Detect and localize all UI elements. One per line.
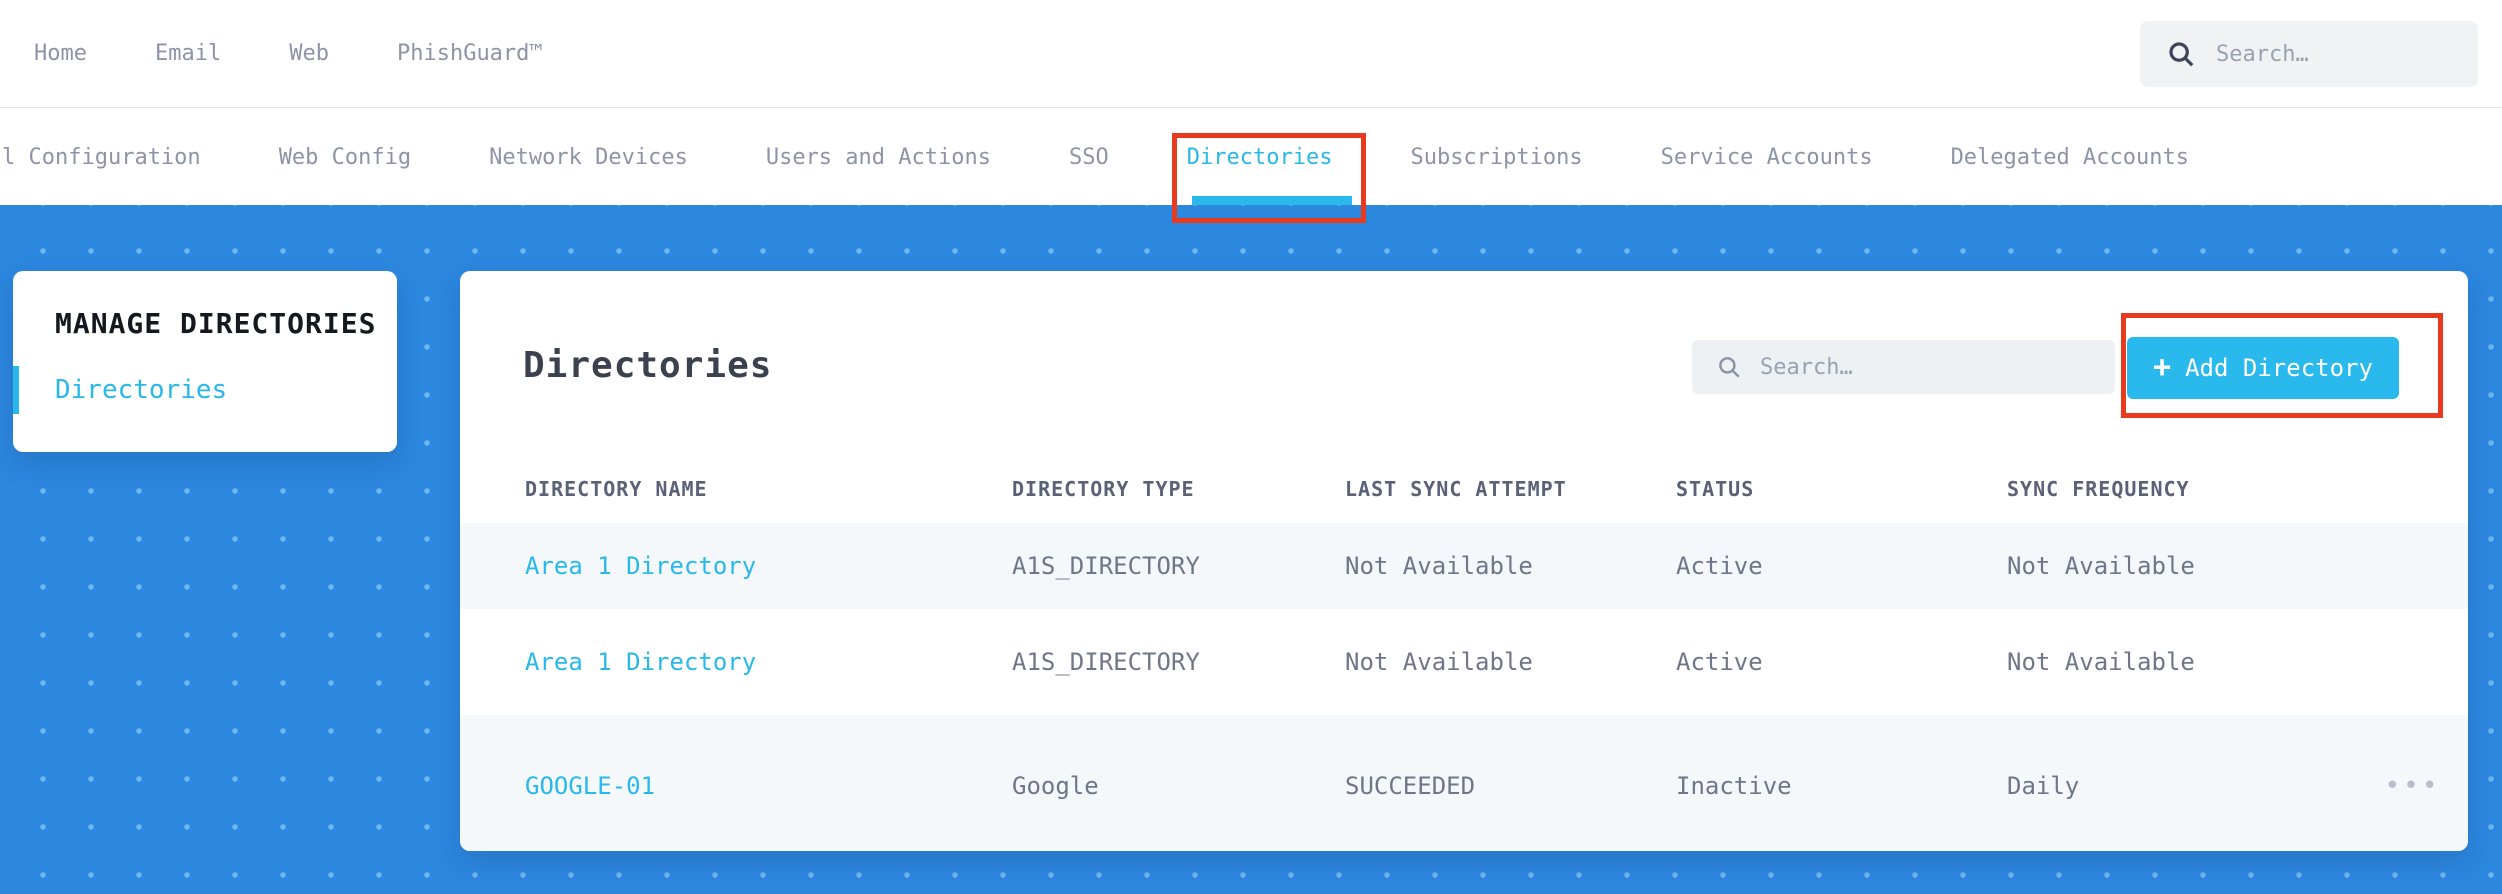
status-cell: Active xyxy=(1676,552,1763,580)
tab-delegated-accounts[interactable]: Delegated Accounts xyxy=(1951,145,2189,170)
col-last-sync-attempt: LAST SYNC ATTEMPT xyxy=(1345,477,1567,501)
last-sync-cell: Not Available xyxy=(1345,552,1533,580)
manage-directories-card: MANAGE DIRECTORIES Directories xyxy=(13,271,397,452)
directory-type-cell: A1S_DIRECTORY xyxy=(1012,648,1200,676)
table-row: Area 1 Directory A1S_DIRECTORY Not Avail… xyxy=(460,523,2468,609)
page-title: Directories xyxy=(523,345,773,386)
directories-panel: Directories Search… + Add Directory DIRE… xyxy=(460,271,2468,851)
search-icon xyxy=(2166,39,2196,69)
directory-name-link[interactable]: GOOGLE-01 xyxy=(525,772,1012,800)
manage-directories-title: MANAGE DIRECTORIES xyxy=(55,307,377,340)
tab-email-configuration[interactable]: l Configuration xyxy=(2,145,201,170)
sync-frequency-cell: Not Available xyxy=(2007,648,2195,676)
search-icon xyxy=(1716,354,1742,380)
directory-type-cell: A1S_DIRECTORY xyxy=(1012,552,1200,580)
tab-sso[interactable]: SSO xyxy=(1069,145,1109,170)
active-tab-underline xyxy=(1192,196,1352,205)
last-sync-cell: SUCCEEDED xyxy=(1345,772,1476,800)
sync-frequency-cell: Daily xyxy=(2007,772,2080,800)
primary-nav: Home Email Web PhishGuard™ xyxy=(0,41,543,66)
col-directory-type: DIRECTORY TYPE xyxy=(1012,477,1195,501)
settings-tab-bar: l Configuration Web Config Network Devic… xyxy=(0,109,2502,205)
nav-item-web[interactable]: Web xyxy=(289,41,329,66)
directory-name-link[interactable]: Area 1 Directory xyxy=(525,552,1012,580)
tab-network-devices[interactable]: Network Devices xyxy=(489,145,688,170)
plus-icon: + xyxy=(2153,350,2172,385)
directories-table: DIRECTORY NAME DIRECTORY TYPE LAST SYNC … xyxy=(460,465,2468,851)
col-sync-frequency: SYNC FREQUENCY xyxy=(2007,477,2190,501)
directory-type-cell: Google xyxy=(1012,772,1099,800)
table-header-row: DIRECTORY NAME DIRECTORY TYPE LAST SYNC … xyxy=(460,465,2468,513)
tab-list: l Configuration Web Config Network Devic… xyxy=(2,109,2189,205)
status-cell: Inactive xyxy=(1676,772,1792,800)
directories-search-input[interactable]: Search… xyxy=(1692,340,2115,394)
directories-page: MANAGE DIRECTORIES Directories Directori… xyxy=(0,205,2502,894)
directories-search-placeholder: Search… xyxy=(1760,354,1853,380)
global-search-placeholder: Search… xyxy=(2216,41,2309,67)
active-item-bar xyxy=(13,366,19,414)
tab-service-accounts[interactable]: Service Accounts xyxy=(1661,145,1873,170)
nav-item-phishguard[interactable]: PhishGuard™ xyxy=(397,41,543,66)
col-status: STATUS xyxy=(1676,477,1755,501)
table-row: GOOGLE-01 Google SUCCEEDED Inactive Dail… xyxy=(460,715,2468,851)
sidebar-item-directories[interactable]: Directories xyxy=(13,366,397,414)
add-directory-label: Add Directory xyxy=(2185,354,2373,382)
status-cell: Active xyxy=(1676,648,1763,676)
last-sync-cell: Not Available xyxy=(1345,648,1533,676)
nav-item-home[interactable]: Home xyxy=(34,41,87,66)
tab-subscriptions[interactable]: Subscriptions xyxy=(1410,145,1582,170)
row-actions-menu-icon[interactable]: ••• xyxy=(2357,771,2468,801)
directory-name-link[interactable]: Area 1 Directory xyxy=(525,648,1012,676)
nav-item-email[interactable]: Email xyxy=(155,41,221,66)
top-bar: Home Email Web PhishGuard™ Search… xyxy=(0,0,2502,108)
col-directory-name: DIRECTORY NAME xyxy=(525,477,708,501)
add-directory-button[interactable]: + Add Directory xyxy=(2127,337,2399,399)
tab-web-config[interactable]: Web Config xyxy=(279,145,411,170)
tab-users-and-actions[interactable]: Users and Actions xyxy=(766,145,991,170)
sidebar-item-label: Directories xyxy=(55,375,228,405)
tab-directories[interactable]: Directories xyxy=(1187,145,1333,170)
table-row: Area 1 Directory A1S_DIRECTORY Not Avail… xyxy=(460,609,2468,715)
global-search-input[interactable]: Search… xyxy=(2140,21,2478,87)
panel-header: Directories Search… + Add Directory xyxy=(460,271,2468,465)
sync-frequency-cell: Not Available xyxy=(2007,552,2195,580)
